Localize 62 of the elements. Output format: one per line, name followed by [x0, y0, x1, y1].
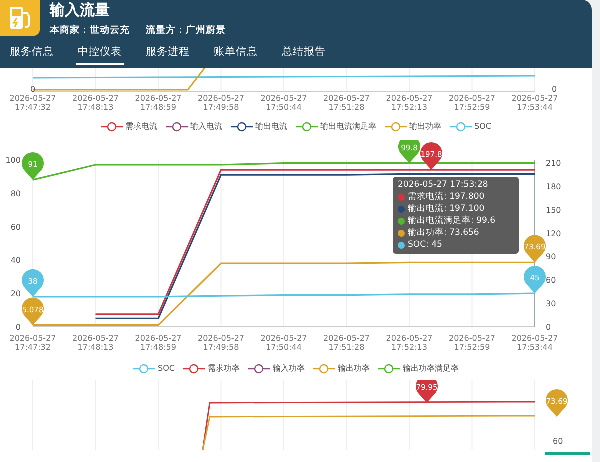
axis-tick: 0 — [30, 85, 36, 94]
axis-label: 2026-05-27 17:50:44 — [260, 334, 308, 352]
legend-label[interactable]: 输出功率 — [410, 121, 442, 132]
axis-tick: 120 — [546, 229, 562, 238]
legend-label[interactable]: 输入功率 — [272, 363, 305, 374]
axis-tick: 0 — [546, 323, 552, 332]
axis-tick: 90 — [546, 252, 556, 262]
axis-tick: 20 — [10, 290, 21, 299]
legend-label[interactable]: 输出电流 — [256, 121, 288, 132]
scroll-bar[interactable] — [545, 452, 590, 455]
legend-label[interactable]: 需求电流 — [126, 121, 158, 132]
axis-label: 2026-05-27 17:47:32 — [10, 94, 56, 112]
axis-label: 2026-05-27 17:47:32 — [10, 334, 56, 352]
axis-tick: 0 — [16, 323, 21, 332]
axis-tick: 180 — [546, 182, 562, 192]
axis-label: 2026-05-27 17:53:44 — [512, 334, 558, 352]
legend-label[interactable]: 输入电流 — [190, 121, 223, 132]
axis-tick: 0 — [552, 85, 558, 94]
tab[interactable]: 总结报告 — [280, 45, 328, 65]
tab[interactable]: 服务进程 — [144, 45, 192, 65]
tab[interactable]: 账单信息 — [212, 45, 260, 65]
legend-label[interactable]: 需求功率 — [208, 363, 240, 374]
axis-tick: 150 — [546, 206, 562, 215]
legend-label[interactable]: 输出功率 — [338, 363, 370, 374]
page-title: 输入流量 — [50, 2, 111, 19]
axis-tick: 100 — [6, 156, 21, 165]
tooltip-value: SOC: 45 — [408, 240, 442, 251]
tab[interactable]: 中控仪表 — [76, 45, 124, 65]
tooltip-value: 需求电流: 197.800 — [408, 192, 485, 203]
axis-tick: 210 — [546, 159, 562, 168]
axis-tick: 60 — [10, 222, 21, 232]
axis-label: 2026-05-27 17:51:28 — [324, 334, 370, 352]
axis-tick: 60 — [546, 276, 556, 286]
axis-label: 2026-05-27 17:52:59 — [449, 94, 496, 112]
axis-tick: 40 — [10, 256, 21, 266]
axis-label: 2026-05-27 17:53:44 — [512, 94, 558, 112]
flow-party-label: 流量方：广州蔚景 — [146, 24, 226, 37]
tooltip-value: 输出电流: 197.100 — [408, 204, 485, 215]
axis-label: 2026-05-27 17:52:59 — [449, 334, 496, 352]
axis-label: 2026-05-27 17:50:44 — [260, 94, 308, 112]
axis-tick: 30 — [546, 300, 556, 309]
axis-label: 2026-05-27 17:48:59 — [135, 94, 182, 112]
axis-label: 2026-05-27 17:51:28 — [324, 94, 370, 112]
tab[interactable]: 服务信息 — [8, 45, 56, 65]
axis-label: 2026-05-27 17:49:58 — [198, 334, 244, 352]
tooltip-value: 输出电流满足率: 99.6 — [408, 216, 496, 227]
tooltip-title: 2026-05-27 17:53:28 — [398, 180, 490, 191]
tooltip-value: 输出功率: 73.656 — [408, 228, 480, 239]
legend-label[interactable]: SOC — [158, 364, 175, 373]
axis-tick: 80 — [10, 189, 21, 198]
legend-label[interactable]: SOC — [474, 122, 492, 131]
axis-label: 2026-05-27 17:52:13 — [386, 94, 433, 112]
axis-label: 2026-05-27 17:52:13 — [386, 334, 433, 352]
fuel-pump-icon — [0, 0, 40, 36]
axis-label: 2026-05-27 17:48:13 — [72, 334, 119, 352]
legend-label[interactable]: 输出电流满足率 — [320, 121, 377, 132]
axis-label: 2026-05-27 17:48:13 — [72, 94, 119, 112]
axis-label: 2026-05-27 17:48:59 — [135, 334, 182, 352]
axis-tick: 60 — [553, 437, 564, 446]
axis-label: 2026-05-27 17:49:58 — [198, 94, 244, 112]
merchant-label: 本商家：世动云充 — [50, 24, 130, 37]
legend-label[interactable]: 输出功率满足率 — [402, 363, 459, 374]
